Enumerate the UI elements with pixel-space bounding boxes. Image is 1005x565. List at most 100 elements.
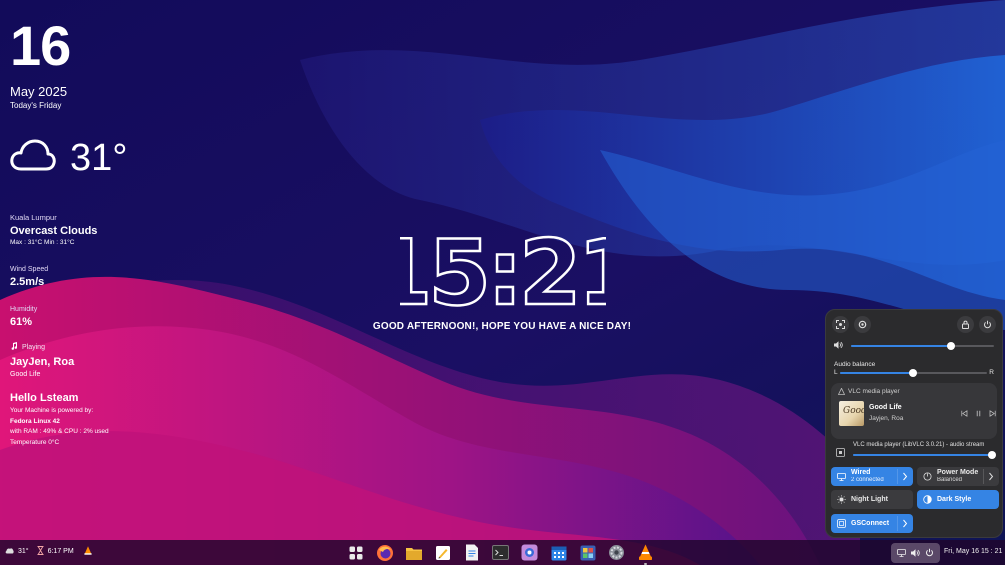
hourglass-icon[interactable] bbox=[37, 546, 44, 557]
today-label: Today's Friday bbox=[10, 101, 62, 110]
previous-track-button[interactable] bbox=[959, 408, 969, 418]
media-app-title: VLC media player bbox=[838, 388, 900, 395]
power-mode-sublabel: Balanced bbox=[937, 477, 963, 483]
network-wired-icon bbox=[897, 544, 907, 562]
vlc-tray-icon[interactable] bbox=[84, 546, 92, 557]
power-icon bbox=[984, 320, 991, 329]
screenshot-button[interactable] bbox=[832, 316, 849, 333]
files-icon[interactable] bbox=[403, 542, 424, 563]
taskbar-weather-temp[interactable]: 31° bbox=[18, 548, 29, 555]
album-art: Good bbox=[839, 401, 864, 426]
wind-label: Wind Speed bbox=[10, 266, 49, 273]
app-stream-row: VLC media player (LibVLC 3.0.21) - audio… bbox=[832, 440, 996, 466]
humidity-label: Humidity bbox=[10, 306, 38, 313]
current-temperature: 31° bbox=[70, 136, 128, 179]
previous-icon bbox=[960, 409, 967, 417]
balance-right-label: R bbox=[989, 369, 994, 376]
wired-network-icon bbox=[836, 472, 846, 482]
firefox-icon[interactable] bbox=[374, 542, 395, 563]
dark-style-icon bbox=[922, 495, 932, 505]
taskbar-datetime[interactable]: Fri, May 16 15 : 21 bbox=[944, 548, 1002, 555]
volume-row bbox=[834, 341, 994, 351]
volume-slider[interactable] bbox=[851, 342, 994, 350]
app-stream-slider[interactable] bbox=[853, 451, 996, 459]
wired-sublabel: 2 connected bbox=[851, 477, 884, 483]
weather-condition: Overcast Clouds bbox=[10, 225, 98, 237]
wired-toggle[interactable]: Wired 2 connected bbox=[831, 467, 913, 486]
month-year: May 2025 bbox=[10, 84, 68, 99]
document-viewer-icon[interactable] bbox=[461, 542, 482, 563]
app-stream-label: VLC media player (LibVLC 3.0.21) - audio… bbox=[853, 442, 985, 448]
wired-label: Wired bbox=[851, 469, 871, 476]
settings-button[interactable] bbox=[854, 316, 871, 333]
software-icon[interactable] bbox=[577, 542, 598, 563]
next-icon bbox=[989, 409, 996, 417]
weather-cloud-icon[interactable] bbox=[5, 547, 14, 556]
desktop-clock: 15:21 bbox=[369, 220, 642, 328]
media-track-title: Good Life bbox=[869, 404, 902, 411]
day-number: 16 bbox=[10, 14, 71, 77]
text-editor-icon[interactable] bbox=[432, 542, 453, 563]
now-playing-artist: JayJen, Roa bbox=[10, 356, 75, 368]
os-name: Fedora Linux 42 bbox=[10, 417, 60, 425]
power-button[interactable] bbox=[979, 316, 996, 333]
power-mode-toggle[interactable]: Power Mode Balanced bbox=[917, 467, 999, 486]
settings-gear-icon bbox=[858, 320, 867, 329]
powered-by: Your Machine is powered by: bbox=[10, 407, 94, 414]
city-name: Kuala Lumpur bbox=[10, 213, 57, 222]
audio-balance-label: Audio balance bbox=[834, 361, 876, 368]
app-stream-icon bbox=[836, 448, 845, 457]
chevron-right-icon[interactable] bbox=[902, 472, 908, 483]
quick-settings-toolbar bbox=[832, 316, 996, 333]
playing-label: Playing bbox=[22, 343, 45, 351]
gsconnect-toggle[interactable]: GSConnect bbox=[831, 514, 913, 533]
wind-value: 2.5m/s bbox=[10, 276, 45, 288]
system-tray[interactable] bbox=[891, 543, 940, 563]
audio-balance-slider[interactable] bbox=[839, 368, 988, 377]
audio-balance-row: L R bbox=[834, 368, 994, 377]
media-track-artist: Jayjen, Roa bbox=[869, 415, 904, 422]
media-app-name: VLC media player bbox=[848, 388, 900, 395]
settings-icon[interactable] bbox=[606, 542, 627, 563]
night-light-toggle[interactable]: Night Light bbox=[831, 490, 913, 509]
chevron-right-icon[interactable] bbox=[902, 519, 908, 530]
volume-slider-knob[interactable] bbox=[947, 342, 956, 350]
power-mode-label: Power Mode bbox=[937, 469, 979, 476]
screenshot-icon bbox=[836, 320, 845, 329]
quick-settings-panel: Audio balance L R VLC media player Good … bbox=[825, 309, 1003, 538]
lock-button[interactable] bbox=[957, 316, 974, 333]
greeting-user: Hello Lsteam bbox=[10, 392, 79, 404]
cloud-icon bbox=[10, 138, 56, 177]
pause-button[interactable] bbox=[973, 408, 983, 418]
dark-style-toggle[interactable]: Dark Style bbox=[917, 490, 999, 509]
next-track-button[interactable] bbox=[987, 408, 997, 418]
pause-icon bbox=[976, 410, 980, 416]
app-grid-icon[interactable] bbox=[345, 542, 366, 563]
vlc-icon[interactable] bbox=[635, 542, 656, 565]
playing-row: Playing bbox=[10, 342, 210, 352]
weather-row: 31° bbox=[10, 138, 210, 177]
clock-time: 15:21 bbox=[400, 230, 606, 310]
album-art-lettering: Good bbox=[843, 406, 864, 416]
volume-icon bbox=[910, 544, 920, 562]
chevron-right-icon[interactable] bbox=[988, 472, 994, 483]
media-player-card[interactable]: VLC media player Good Good Life Jayjen, … bbox=[831, 383, 997, 439]
app-stream-knob[interactable] bbox=[988, 451, 996, 459]
terminal-icon[interactable] bbox=[490, 542, 511, 563]
power-mode-icon bbox=[922, 472, 932, 482]
calendar-icon[interactable] bbox=[548, 542, 569, 563]
balance-left-label: L bbox=[834, 369, 838, 376]
usage-info: with RAM : 49% & CPU : 2% used bbox=[10, 428, 109, 435]
info-widget: 16 May 2025 Today's Friday 31° Kuala Lum… bbox=[10, 18, 210, 448]
max-min-temp: Max : 31°C Min : 31°C bbox=[10, 239, 75, 246]
system-info: Your Machine is powered by: Fedora Linux… bbox=[10, 406, 210, 448]
taskbar-left-indicators: 31° 6:17 PM bbox=[5, 546, 92, 557]
dark-style-label: Dark Style bbox=[937, 495, 972, 503]
humidity-value: 61% bbox=[10, 316, 33, 328]
taskbar-small-time[interactable]: 6:17 PM bbox=[48, 548, 74, 555]
phone-icon bbox=[836, 519, 846, 529]
image-viewer-icon[interactable] bbox=[519, 542, 540, 563]
taskbar: 31° 6:17 PM Fri, May 16 15: 21 bbox=[0, 540, 1005, 565]
audio-balance-knob[interactable] bbox=[909, 368, 918, 377]
speaker-icon bbox=[834, 341, 843, 351]
